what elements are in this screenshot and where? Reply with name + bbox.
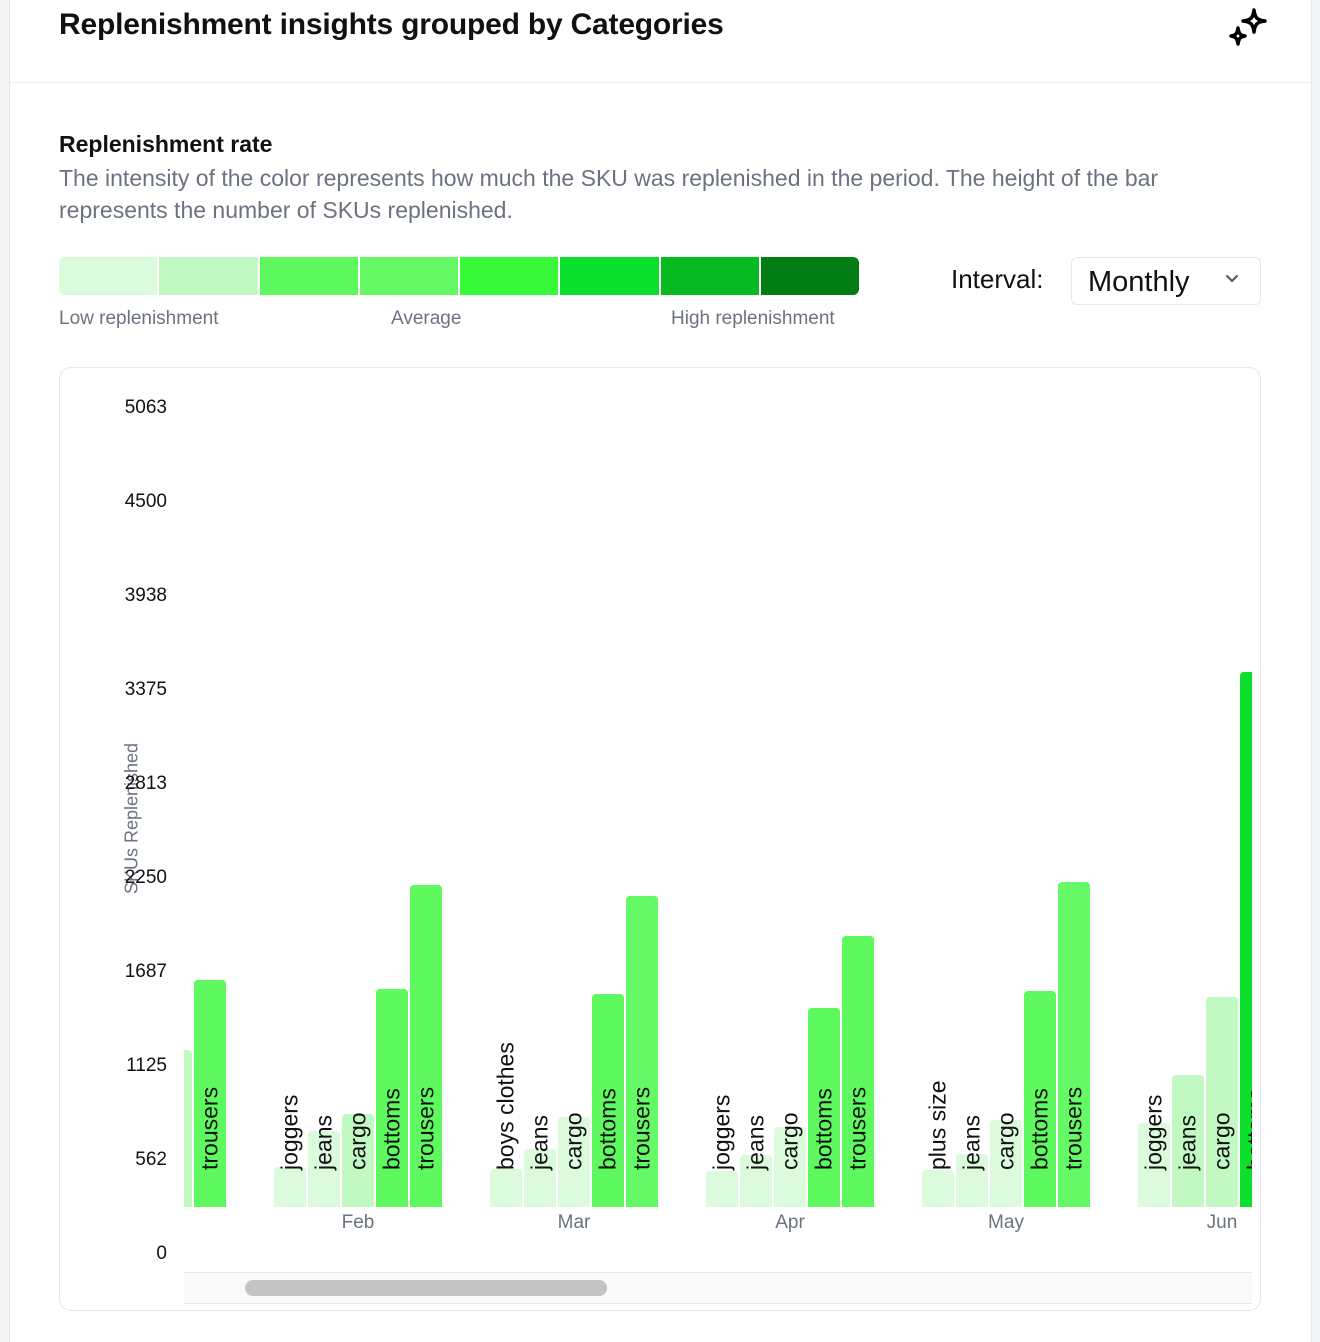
bar-category-label: cargo (776, 1112, 803, 1170)
legend-swatch (159, 257, 258, 295)
chart-plot-area: trousers joggers jeans cargo bottoms trousers… (184, 368, 1252, 1268)
card-header: Replenishment insights grouped by Catego… (10, 0, 1311, 83)
insights-card: Replenishment insights grouped by Catego… (9, 0, 1312, 1342)
y-tick-label: 1687 (124, 961, 167, 983)
sparkles-icon[interactable] (1224, 4, 1270, 50)
bar[interactable]: trousers (410, 885, 442, 1207)
bar-category-label: joggers (708, 1094, 735, 1170)
bar[interactable]: jeans (1172, 1075, 1204, 1207)
page-title: Replenishment insights grouped by Catego… (59, 8, 724, 41)
x-month-label: Mar (557, 1212, 591, 1233)
bar[interactable]: jeans (956, 1115, 988, 1207)
bar[interactable]: trousers (626, 896, 658, 1207)
y-tick-label: 3938 (124, 584, 167, 606)
bar[interactable]: bottoms (808, 1008, 840, 1207)
y-tick-label: 1125 (126, 1055, 167, 1077)
bar-category-label: trousers (844, 1086, 871, 1170)
legend-high-label: High replenishment (671, 308, 835, 329)
bar[interactable]: joggers (274, 1095, 306, 1207)
bar-category-label: cargo (992, 1112, 1019, 1170)
bar[interactable]: boys clothes (490, 1042, 522, 1207)
y-tick-label: 2813 (124, 772, 167, 794)
bar[interactable]: cargo (342, 1112, 374, 1207)
bar[interactable]: jeans (740, 1115, 772, 1207)
section-description: The intensity of the color represents ho… (59, 165, 1159, 223)
y-tick-label: 562 (135, 1149, 167, 1171)
legend-swatch (660, 257, 759, 295)
legend-swatch (259, 257, 358, 295)
bar-category-label: bottoms (594, 1088, 621, 1170)
interval-dropdown[interactable]: Monthly (1071, 257, 1261, 305)
legend-swatch (359, 257, 458, 295)
replenishment-chart: SKUs Replenished trousers joggers jeans car… (59, 367, 1261, 1311)
bar-category-label: bottoms (1026, 1088, 1053, 1170)
bar[interactable] (184, 1049, 192, 1207)
bar-category-label: trousers (1060, 1086, 1087, 1170)
bar[interactable]: jeans (524, 1115, 556, 1207)
bar[interactable]: cargo (558, 1112, 590, 1207)
legend-swatch (59, 257, 158, 295)
bar-category-label: trousers (628, 1086, 655, 1170)
y-tick-label: 5063 (124, 397, 167, 418)
horizontal-scrollbar[interactable] (184, 1272, 1252, 1304)
interval-label: Interval: (951, 264, 1044, 294)
bar-category-label: boys clothes (492, 1042, 519, 1170)
bar[interactable]: trousers (1058, 882, 1090, 1207)
bar[interactable]: jeans (308, 1115, 340, 1207)
y-tick-label: 2250 (124, 867, 167, 889)
bar[interactable]: bottoms (1240, 672, 1252, 1207)
bar-category-label: cargo (1208, 1112, 1235, 1170)
chevron-down-icon (1226, 275, 1238, 282)
bar[interactable]: cargo (774, 1112, 806, 1207)
x-month-label: Jun (1206, 1212, 1238, 1233)
interval-value: Monthly (1088, 266, 1190, 298)
y-tick-label: 4500 (124, 491, 167, 513)
bar[interactable]: joggers (706, 1095, 738, 1207)
bar-category-label: jeans (310, 1115, 337, 1170)
bar-category-label: trousers (196, 1086, 223, 1170)
bar-category-label: bottoms (378, 1088, 405, 1170)
bar-category-label: jeans (958, 1115, 985, 1170)
scrollbar-thumb[interactable] (245, 1280, 607, 1296)
bar-category-label: bottoms (810, 1088, 837, 1170)
bar-category-label: trousers (412, 1086, 439, 1170)
y-tick-label: 3375 (124, 679, 167, 701)
bar[interactable]: trousers (842, 936, 874, 1207)
bar[interactable]: bottoms (1024, 990, 1056, 1207)
x-month-label: Feb (341, 1212, 375, 1233)
bar[interactable]: trousers (194, 979, 226, 1207)
legend-mid-label: Average (391, 308, 462, 329)
color-scale-legend (59, 257, 859, 295)
bar-category-label: jeans (1174, 1115, 1201, 1170)
section-title: Replenishment rate (59, 131, 273, 157)
bar-category-label: cargo (560, 1112, 587, 1170)
bar[interactable]: bottoms (376, 988, 408, 1207)
bar-category-label: jeans (526, 1115, 553, 1170)
bar-category-label: jeans (742, 1115, 769, 1170)
bar-category-label: joggers (1140, 1094, 1167, 1170)
legend-low-label: Low replenishment (59, 308, 219, 329)
bar-category-label: joggers (276, 1094, 303, 1170)
legend-swatch (760, 257, 859, 295)
x-month-label: May (988, 1212, 1024, 1233)
bar[interactable]: joggers (1138, 1095, 1170, 1207)
bar[interactable]: bottoms (592, 994, 624, 1207)
bar[interactable]: plus size (922, 1081, 954, 1207)
bar[interactable]: cargo (990, 1112, 1022, 1207)
legend-swatch (460, 257, 559, 295)
y-tick-label: 0 (156, 1243, 167, 1264)
x-month-label: Apr (775, 1212, 805, 1233)
bar-category-label: cargo (344, 1112, 371, 1170)
bar-category-label: plus size (924, 1080, 951, 1170)
bar[interactable]: cargo (1206, 997, 1238, 1207)
legend-swatch (560, 257, 659, 295)
bar-category-label: bottoms (1242, 1088, 1253, 1170)
